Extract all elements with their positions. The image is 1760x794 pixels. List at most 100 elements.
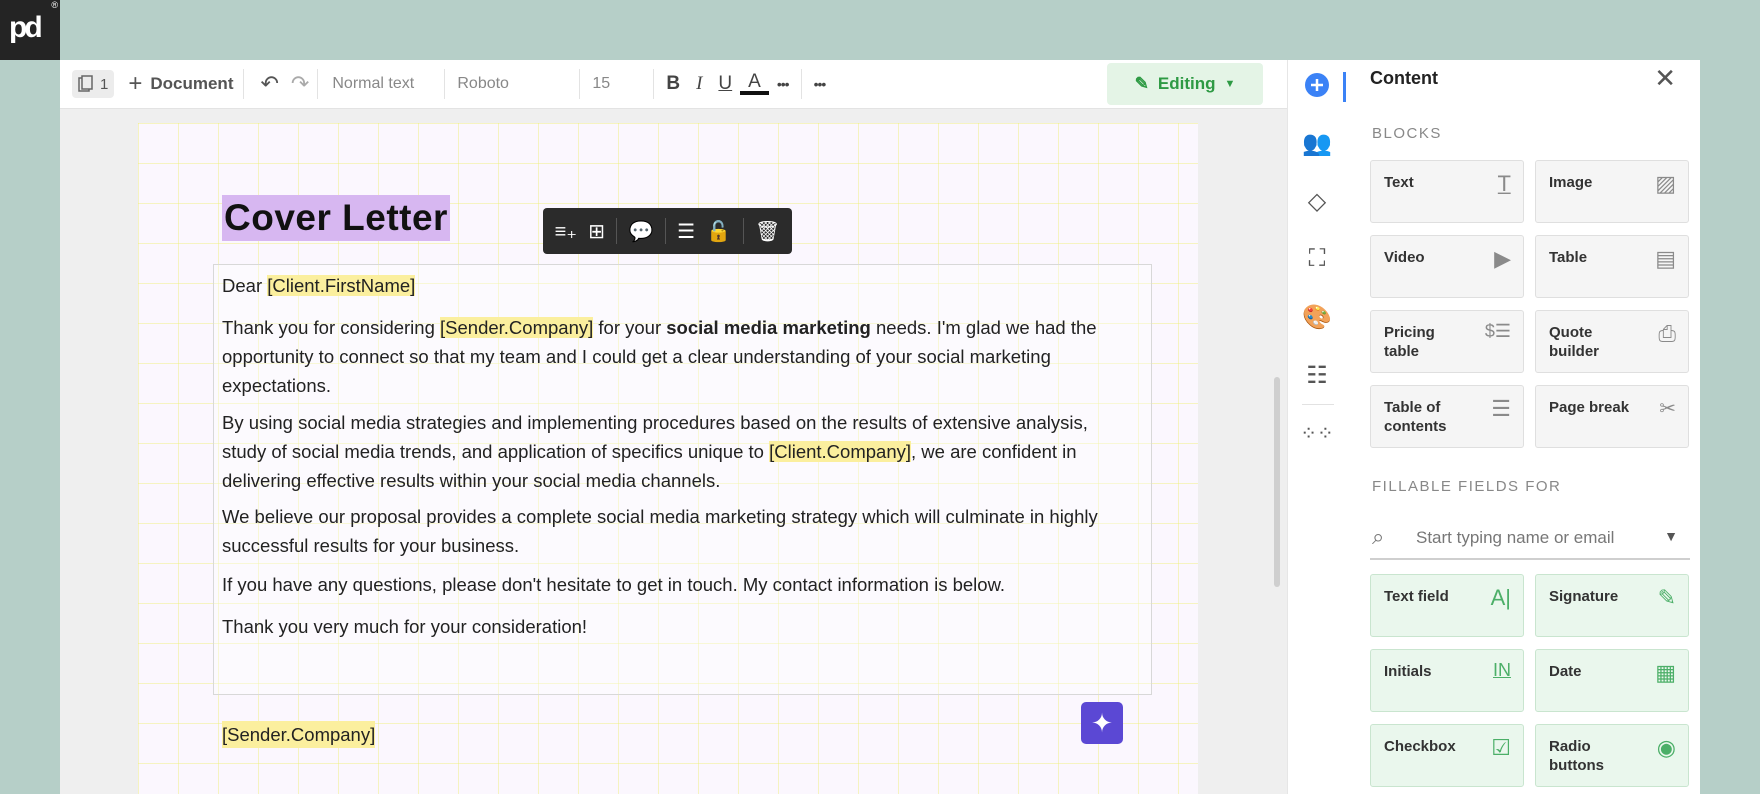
p1-text-b: for your: [593, 317, 667, 338]
pandadoc-logo: pd ®: [0, 0, 60, 60]
close-icon[interactable]: ✕: [1654, 63, 1676, 94]
text-icon: T̲: [1497, 171, 1511, 196]
unlock-icon[interactable]: 🔓: [706, 219, 731, 244]
paragraph-1: Thank you for considering [Sender.Compan…: [222, 313, 1122, 400]
rail-theme-button[interactable]: 🎨: [1288, 294, 1346, 340]
canvas-scrollbar[interactable]: [1274, 377, 1280, 587]
signature-icon: ✎: [1657, 585, 1676, 610]
add-line-icon[interactable]: ≡₊: [555, 219, 577, 244]
block-toolbar: ≡₊ ⊞ 💬 ☰ 🔓 🗑: [543, 208, 792, 254]
client-company-variable[interactable]: [Client.Company]: [769, 441, 912, 462]
editor-app: 1 + Document ↶ ↷ Normal text Roboto 15 B…: [60, 60, 1700, 794]
form-settings-icon: ☷: [1306, 361, 1328, 389]
block-video[interactable]: Video ▶: [1370, 235, 1524, 298]
field-text-field[interactable]: Text field A|: [1370, 574, 1524, 637]
italic-button[interactable]: I: [688, 73, 710, 95]
field-label: Checkbox: [1384, 738, 1456, 755]
settings-sliders-icon[interactable]: ☰: [677, 219, 695, 244]
sender-company-variable-footer[interactable]: [Sender.Company]: [222, 721, 376, 748]
block-label: Quote builder: [1549, 324, 1600, 360]
pages-icon: [78, 75, 93, 92]
ai-assistant-button[interactable]: ✦: [1081, 702, 1123, 744]
text-color-button[interactable]: A: [740, 72, 769, 95]
add-comment-icon[interactable]: 💬: [629, 219, 654, 244]
sender-company-variable[interactable]: [Sender.Company]: [440, 317, 594, 338]
delete-icon[interactable]: 🗑: [755, 219, 780, 244]
pages-button[interactable]: 1: [72, 70, 115, 98]
video-icon: ▶: [1494, 246, 1511, 271]
registered-mark: ®: [51, 0, 58, 10]
radio-icon: ◉: [1656, 735, 1676, 760]
more-options-button[interactable]: •••: [806, 76, 834, 92]
redo-icon[interactable]: ↷: [285, 71, 315, 97]
rail-divider: [1302, 404, 1334, 405]
field-label: Initials: [1384, 663, 1432, 680]
block-quote-builder[interactable]: Quote builder ⎙: [1535, 310, 1689, 373]
block-label: Page break: [1549, 399, 1630, 416]
search-placeholder: Start typing name or email: [1416, 528, 1615, 547]
field-label: Radio buttons: [1549, 738, 1604, 774]
underline-button[interactable]: U: [710, 73, 740, 95]
field-radio-buttons[interactable]: Radio buttons ◉: [1535, 724, 1689, 787]
font-family-select[interactable]: Roboto: [445, 75, 579, 93]
people-icon: 👥: [1302, 129, 1332, 157]
table-icon: ▤: [1655, 246, 1676, 271]
block-toolbar-divider: [742, 218, 744, 244]
add-document-label: Document: [150, 74, 234, 93]
rail-variables-button[interactable]: ☷: [1288, 352, 1346, 398]
field-signature[interactable]: Signature ✎: [1535, 574, 1689, 637]
font-size-select[interactable]: 15: [580, 75, 649, 93]
letter-text-block[interactable]: Dear [Client.FirstName] Thank you for co…: [213, 264, 1152, 695]
frame-icon: ⛶: [1308, 245, 1326, 272]
recipient-search-input[interactable]: ⌕ Start typing name or email ▼: [1370, 520, 1690, 560]
field-date[interactable]: Date ▦: [1535, 649, 1689, 712]
block-label: Table of contents: [1384, 399, 1447, 435]
rail-apps-button[interactable]: ⁘⁘: [1288, 410, 1346, 456]
field-label: Date: [1549, 663, 1582, 680]
rail-active-indicator: [1343, 72, 1346, 102]
apps-grid-icon: ⁘⁘: [1300, 422, 1334, 445]
block-table[interactable]: Table ▤: [1535, 235, 1689, 298]
field-label: Text field: [1384, 588, 1449, 605]
toolbar-divider: [243, 69, 245, 99]
block-label: Image: [1549, 174, 1593, 191]
add-document-button[interactable]: + Document: [128, 70, 233, 98]
chevron-down-icon[interactable]: ▼: [1664, 528, 1678, 544]
field-initials[interactable]: Initials IN: [1370, 649, 1524, 712]
image-icon: ▨: [1655, 171, 1676, 196]
client-firstname-variable[interactable]: [Client.FirstName]: [267, 275, 416, 296]
paragraph-4: If you have any questions, please don't …: [222, 574, 1006, 595]
paragraph-5: Thank you very much for your considerati…: [222, 616, 588, 637]
text-field-icon: A|: [1490, 585, 1511, 610]
block-label: Text: [1384, 174, 1414, 191]
text-style-select[interactable]: Normal text: [320, 75, 444, 93]
panel-title: Content: [1370, 68, 1438, 88]
block-image[interactable]: Image ▨: [1535, 160, 1689, 223]
block-toolbar-divider: [616, 218, 618, 244]
block-page-break[interactable]: Page break ✂: [1535, 385, 1689, 448]
checkbox-icon: ☑: [1491, 735, 1511, 760]
block-text[interactable]: Text T̲: [1370, 160, 1524, 223]
block-table-of-contents[interactable]: Table of contents ☰: [1370, 385, 1524, 448]
editing-mode-dropdown[interactable]: ✎ Editing ▼: [1107, 63, 1263, 105]
page-break-icon: ✂: [1659, 398, 1676, 420]
more-format-button[interactable]: •••: [769, 76, 797, 92]
pricing-table-icon: $☰: [1484, 321, 1511, 341]
undo-icon[interactable]: ↶: [254, 71, 284, 97]
content-panel: Content ✕ BLOCKS Text T̲ Image ▨ Video ▶…: [1348, 60, 1700, 794]
block-pricing-table[interactable]: Pricing table $☰: [1370, 310, 1524, 373]
block-label: Video: [1384, 249, 1425, 266]
rail-recipients-button[interactable]: 👥: [1288, 120, 1346, 166]
rail-content-button[interactable]: [1288, 62, 1346, 108]
rail-design-button[interactable]: ◇: [1288, 178, 1346, 224]
field-label: Signature: [1549, 588, 1619, 605]
shapes-icon: ◇: [1307, 187, 1327, 215]
sparkle-icon: ✦: [1091, 707, 1113, 738]
add-block-icon[interactable]: ⊞: [588, 219, 605, 244]
field-checkbox[interactable]: Checkbox ☑: [1370, 724, 1524, 787]
document-title[interactable]: Cover Letter: [222, 195, 450, 241]
quote-builder-icon: ⎙: [1658, 321, 1676, 346]
rail-embed-button[interactable]: ⛶: [1288, 236, 1346, 282]
bold-button[interactable]: B: [658, 73, 688, 95]
palette-icon: 🎨: [1302, 303, 1332, 331]
